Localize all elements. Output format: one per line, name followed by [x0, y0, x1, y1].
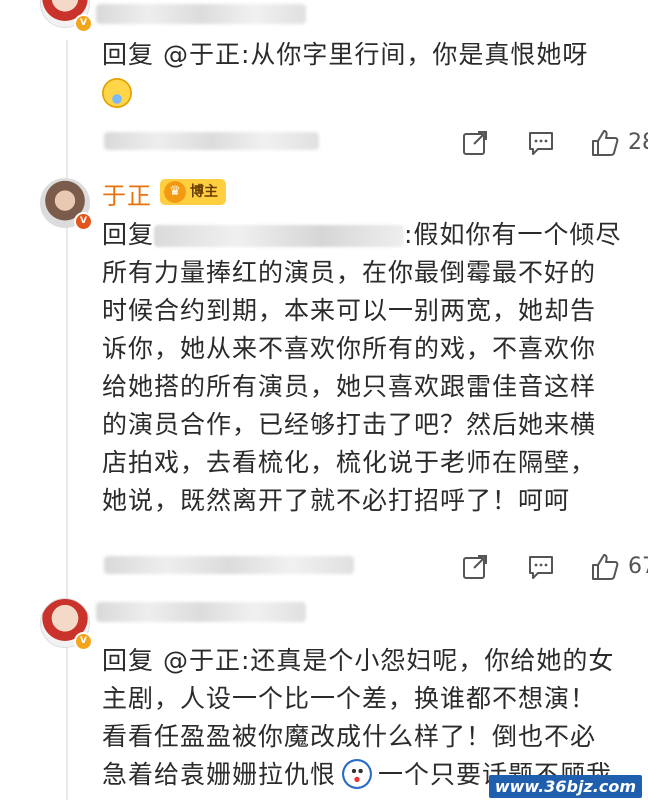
comment-body: :从你字里行间，你是真恨她呀: [240, 40, 589, 69]
comment-line: 的演员合作，已经够打击了吧？然后她来横: [102, 410, 597, 439]
comment-line-text: :还真是个小怨妇呢，你给她的女: [240, 646, 615, 675]
share-icon[interactable]: [460, 552, 490, 582]
verified-badge-icon: V: [74, 212, 93, 231]
like-icon[interactable]: [590, 552, 620, 582]
comment-line: 她说，既然离开了就不必打招呼了！呵呵: [102, 486, 571, 515]
comment-line: 回复 :假如你有一个倾尽: [102, 216, 648, 254]
blurred-timestamp: [104, 556, 354, 574]
comment-actions: 28: [458, 128, 648, 158]
comment-line: 主剧，人设一个比一个差，换谁都不想演！: [102, 684, 597, 713]
comment-line: 时候合约到期，本来可以一别两宽，她却告: [102, 296, 597, 325]
comment-line: 看看任盈盈被你魔改成什么样了！倒也不必: [102, 722, 597, 751]
blurred-timestamp: [104, 132, 319, 150]
comment-text: 回复 :假如你有一个倾尽 所有力量捧红的演员，在你最倒霉最不好的 时候合约到期，本…: [102, 216, 648, 520]
thread-line: [66, 40, 68, 800]
crying-face-icon: [102, 78, 132, 108]
watermark: www.36bjz.com: [488, 775, 642, 798]
share-icon[interactable]: [460, 128, 490, 158]
mention-link[interactable]: @于正: [163, 646, 241, 675]
like-count: 67: [628, 554, 648, 579]
shocked-face-icon: [342, 759, 373, 789]
host-badge: ♛ 博主: [160, 179, 226, 205]
comment-line-text: :假如你有一个倾尽: [404, 220, 622, 249]
verified-badge-icon: V: [74, 14, 93, 33]
comment-icon[interactable]: [526, 128, 556, 158]
blurred-username: [96, 4, 306, 24]
host-badge-label: 博主: [190, 184, 218, 200]
comment-line: 所有力量捧红的演员，在你最倒霉最不好的: [102, 258, 597, 287]
reply-prefix: 回复: [102, 646, 155, 675]
comment-icon[interactable]: [526, 552, 556, 582]
like-count: 28: [628, 130, 648, 155]
comment-actions: 67: [458, 552, 648, 582]
comment-text: 回复 @于正:还真是个小怨妇呢，你给她的女 主剧，人设一个比一个差，换谁都不想演…: [102, 642, 648, 794]
blurred-mention: [154, 225, 405, 247]
comment-line: 店拍戏，去看梳化，梳化说于老师在隔壁，: [102, 448, 597, 477]
comment-line-text: 急着给袁姗姗拉仇恨: [102, 760, 337, 789]
like-icon[interactable]: [590, 128, 620, 158]
comment-line: 给她搭的所有演员，她只喜欢跟雷佳音这样: [102, 372, 597, 401]
blurred-username: [96, 602, 306, 622]
username[interactable]: 于正: [102, 176, 152, 211]
comment-line: 回复 @于正:还真是个小怨妇呢，你给她的女: [102, 642, 648, 680]
emoji-container: [102, 78, 132, 108]
comment-text: 回复 @于正:从你字里行间，你是真恨她呀: [102, 36, 588, 74]
crown-icon: ♛: [164, 181, 186, 203]
comment-line: 诉你，她从来不喜欢你所有的戏，不喜欢你: [102, 334, 597, 363]
verified-badge-icon: V: [74, 632, 93, 651]
reply-prefix: 回复: [102, 40, 155, 69]
reply-prefix: 回复: [102, 220, 155, 249]
mention-link[interactable]: @于正: [163, 40, 241, 69]
